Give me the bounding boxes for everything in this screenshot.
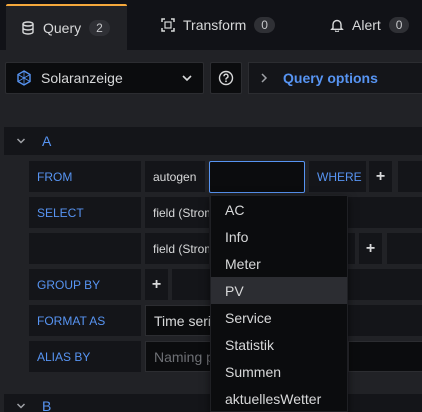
tab-query[interactable]: Query 2 <box>6 4 127 50</box>
group-by-add-button[interactable]: + <box>145 269 168 300</box>
dropdown-item[interactable]: Statistik <box>211 331 347 358</box>
row-filler <box>348 233 355 264</box>
retention-policy[interactable]: autogen <box>145 161 205 192</box>
query-options-toggle[interactable]: Query options <box>248 62 422 94</box>
row-filler <box>398 161 422 192</box>
help-button[interactable] <box>210 62 242 94</box>
chevron-down-icon <box>16 403 26 409</box>
where-label: WHERE <box>309 161 366 192</box>
question-icon <box>218 70 234 86</box>
row-filler <box>172 269 210 300</box>
query-tabs: Query 2 Transform 0 Alert 0 <box>0 0 422 50</box>
dropdown-item[interactable]: Info <box>211 223 347 250</box>
tab-transform[interactable]: Transform 0 <box>161 4 275 46</box>
where-add-button[interactable]: + <box>369 161 392 192</box>
row-filler <box>387 233 422 264</box>
query-letter: B <box>42 398 52 412</box>
transform-icon <box>161 18 175 32</box>
row-filler <box>348 197 422 228</box>
select-add-button[interactable]: + <box>359 233 382 264</box>
select-field-1[interactable]: field (Strom <box>145 197 209 228</box>
row-filler <box>348 269 422 300</box>
dropdown-item-highlighted[interactable]: PV <box>211 277 347 304</box>
tab-alert-count: 0 <box>388 17 410 33</box>
dropdown-item[interactable]: aktuellesWetter <box>211 385 347 412</box>
tab-alert-label: Alert <box>352 17 381 33</box>
dropdown-item[interactable]: Service <box>211 304 347 331</box>
tab-transform-label: Transform <box>183 17 247 33</box>
datasource-picker[interactable]: Solaranzeige <box>5 62 204 94</box>
query-letter: A <box>42 133 52 149</box>
database-icon <box>22 21 34 35</box>
row-filler <box>348 305 422 336</box>
tab-transform-count: 0 <box>254 17 275 33</box>
datasource-name: Solaranzeige <box>41 70 123 86</box>
dropdown-item[interactable]: Summen <box>211 358 347 385</box>
format-as-label: FORMAT AS <box>29 305 141 336</box>
tab-alert[interactable]: Alert 0 <box>330 4 410 46</box>
select-label-empty <box>29 233 141 264</box>
chevron-down-icon <box>16 138 26 144</box>
query-options-label: Query options <box>283 70 378 86</box>
alias-by-input[interactable]: Naming pattern <box>145 341 211 372</box>
alias-by-label: ALIAS BY <box>29 341 141 372</box>
tab-query-count: 2 <box>89 20 110 36</box>
dropdown-item[interactable]: Meter <box>211 250 347 277</box>
select-label: SELECT <box>29 197 141 228</box>
select-field-2[interactable]: field (Strom <box>145 233 209 264</box>
chevron-down-icon <box>182 75 192 82</box>
measurement-input[interactable] <box>209 161 305 193</box>
tab-query-label: Query <box>43 20 82 36</box>
group-by-label: GROUP BY <box>29 269 141 300</box>
measurement-dropdown: AC Info Meter PV Service Statistik Summe… <box>210 195 348 412</box>
query-a-header[interactable]: A <box>4 127 422 155</box>
format-as-select[interactable]: Time series <box>145 305 211 336</box>
influxdb-icon <box>17 70 31 86</box>
bell-icon <box>330 19 344 32</box>
alias-by-input-rest[interactable] <box>348 341 422 372</box>
chevron-right-icon <box>261 73 268 83</box>
from-label: FROM <box>29 161 141 192</box>
dropdown-item[interactable]: AC <box>211 196 347 223</box>
